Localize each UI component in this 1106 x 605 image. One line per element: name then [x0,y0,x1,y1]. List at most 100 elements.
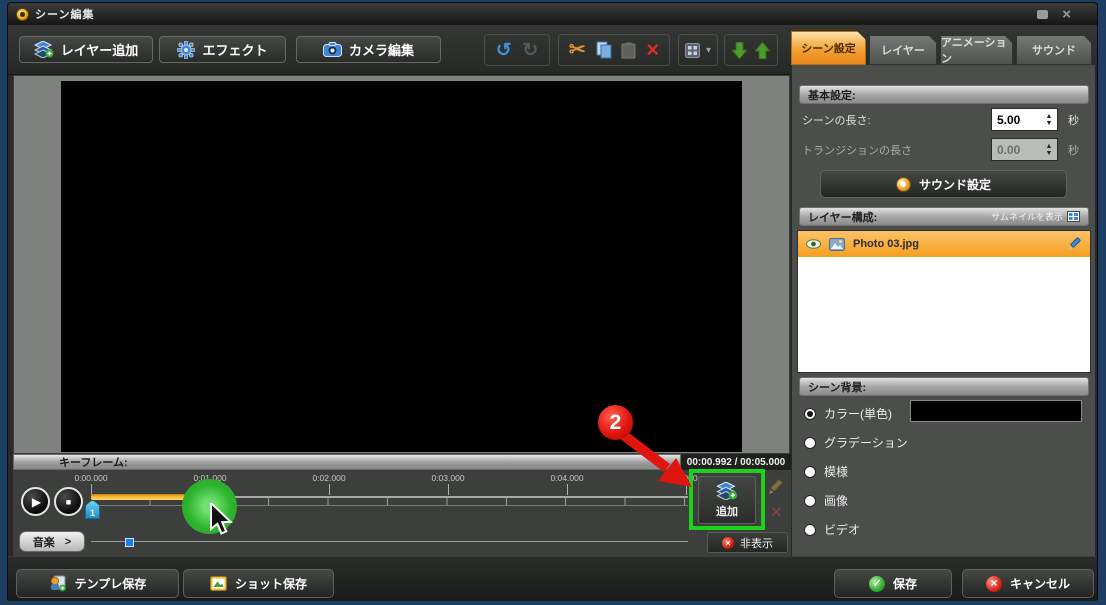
radio-icon [804,408,816,420]
image-file-icon [829,238,845,251]
tick-label: 0:02.000 [312,473,345,483]
cancel-button[interactable]: × キャンセル [962,569,1094,598]
effect-button[interactable]: エフェクト [159,36,286,63]
save-button[interactable]: ✓ 保存 [834,569,952,598]
edit-keyframe-pencil-icon [768,479,784,495]
layer-row-selected[interactable]: Photo 03.jpg [798,231,1090,257]
layer-structure-header: レイヤー構成: サムネイルを表示 [799,207,1089,226]
bg-option-image[interactable]: 画像 [804,492,848,509]
speaker-icon [896,177,911,192]
save-shot-button[interactable]: ショット保存 [183,569,334,598]
tick-label: 0:04.000 [550,473,583,483]
transition-length-input: 0.00 ▲▼ [991,138,1058,161]
radio-icon [804,524,816,536]
tab-animation[interactable]: アニメーション [940,35,1013,65]
bg-option-gradient[interactable]: グラデーション [804,434,908,451]
grid-dropdown-caret-icon[interactable]: ▾ [706,45,711,56]
camera-edit-button[interactable]: カメラ編集 [296,36,441,63]
copy-icon[interactable] [596,41,612,59]
paste-icon [621,42,636,59]
transition-length-label: トランジションの長さ [802,142,912,158]
edit-pencil-icon[interactable] [1068,237,1082,251]
undo-redo-group: ↺ ↻ [484,34,550,66]
template-save-icon [49,575,67,592]
redo-icon: ↻ [522,41,538,60]
sound-settings-button[interactable]: サウンド設定 [820,170,1067,198]
tab-scene-settings[interactable]: シーン設定 [791,31,866,65]
move-down-icon[interactable] [732,42,747,59]
layer-list: Photo 03.jpg [797,230,1091,373]
shot-save-icon [210,576,227,591]
scene-length-unit: 秒 [1068,112,1079,128]
transition-length-spinner: ▲▼ [1041,139,1057,160]
radio-icon [804,466,816,478]
tick-label: 0:00.000 [74,473,107,483]
settings-panel: シーン設定 レイヤー アニメーション サウンド 基本設定: シーンの長さ: 5.… [791,31,1096,561]
ruler-tick [686,484,687,495]
delete-keyframe-icon: × [771,502,782,523]
music-track[interactable] [91,541,688,542]
background-color-swatch[interactable] [910,400,1082,422]
radio-icon [804,495,816,507]
footer-bar: テンプレ保存 ショット保存 ✓ 保存 × キャンセル [8,556,1097,601]
delete-icon[interactable]: × [646,39,659,61]
add-layer-button[interactable]: レイヤー追加 [19,36,153,63]
play-button[interactable]: ▶ [21,487,50,516]
thumbnail-grid-icon [1067,211,1080,222]
ruler-tick [567,484,568,495]
check-icon: ✓ [869,576,885,592]
camera-icon [323,42,342,57]
app-icon [16,8,29,21]
chevron-right-icon: > [65,536,71,548]
transition-length-unit: 秒 [1068,142,1079,158]
layers-plus-icon [34,41,54,58]
stop-icon: ■ [66,497,71,507]
grid-icon[interactable] [685,43,700,58]
scene-length-spinner[interactable]: ▲▼ [1041,109,1057,130]
move-up-icon[interactable] [755,42,770,59]
save-template-button[interactable]: テンプレ保存 [16,569,179,598]
stop-button[interactable]: ■ [54,487,83,516]
edit-group: ✂ × [558,34,670,66]
keyframe-header: キーフレーム: [13,454,681,470]
window-title: シーン編集 [35,6,94,22]
time-display: 00:00.992 / 00:05.000 [681,454,791,470]
layout-group: ▾ [678,34,718,66]
scene-length-label: シーンの長さ: [802,112,871,128]
tab-sound[interactable]: サウンド [1016,35,1092,65]
music-button[interactable]: 音楽 > [19,531,85,552]
settings-tabs: シーン設定 レイヤー アニメーション サウンド [791,31,1096,65]
annotation-highlight-box [689,469,765,530]
ruler-tick [448,484,449,495]
tab-layer[interactable]: レイヤー [869,35,937,65]
close-icon[interactable]: × [1062,10,1071,19]
visibility-eye-icon[interactable] [806,239,821,249]
cancel-x-icon: × [986,576,1002,592]
timeline-subtrack [91,505,688,506]
scene-preview[interactable] [61,81,742,452]
minimize-icon[interactable] [1037,10,1048,19]
keyframe-timeline: キーフレーム: 00:00.992 / 00:05.000 ▶ ■ 0:00.0… [13,454,791,558]
preview-panel [13,75,790,454]
scene-length-input[interactable]: 5.00 ▲▼ [991,108,1058,131]
music-track-handle[interactable] [125,538,134,547]
tick-label: 0:03.000 [431,473,464,483]
play-icon: ▶ [32,495,41,509]
undo-icon[interactable]: ↺ [496,41,512,60]
hide-button[interactable]: × 非表示 [707,532,788,553]
ruler-tick [329,484,330,495]
basic-settings-header: 基本設定: [799,85,1089,104]
mouse-cursor [209,503,235,535]
radio-icon [804,437,816,449]
scene-edit-window: シーン編集 × レイヤー追加 [7,2,1098,600]
reorder-group [724,34,778,66]
bg-option-video[interactable]: ビデオ [804,521,860,538]
cut-icon[interactable]: ✂ [569,40,586,60]
show-thumbnails-toggle[interactable]: サムネイルを表示 [991,210,1080,223]
hide-icon: × [722,537,734,549]
scene-background-header: シーン背景: [799,377,1089,396]
layer-name: Photo 03.jpg [853,238,919,250]
title-bar: シーン編集 × [8,3,1097,25]
bg-option-color[interactable]: カラー(単色) [804,405,892,422]
bg-option-pattern[interactable]: 模様 [804,463,848,480]
